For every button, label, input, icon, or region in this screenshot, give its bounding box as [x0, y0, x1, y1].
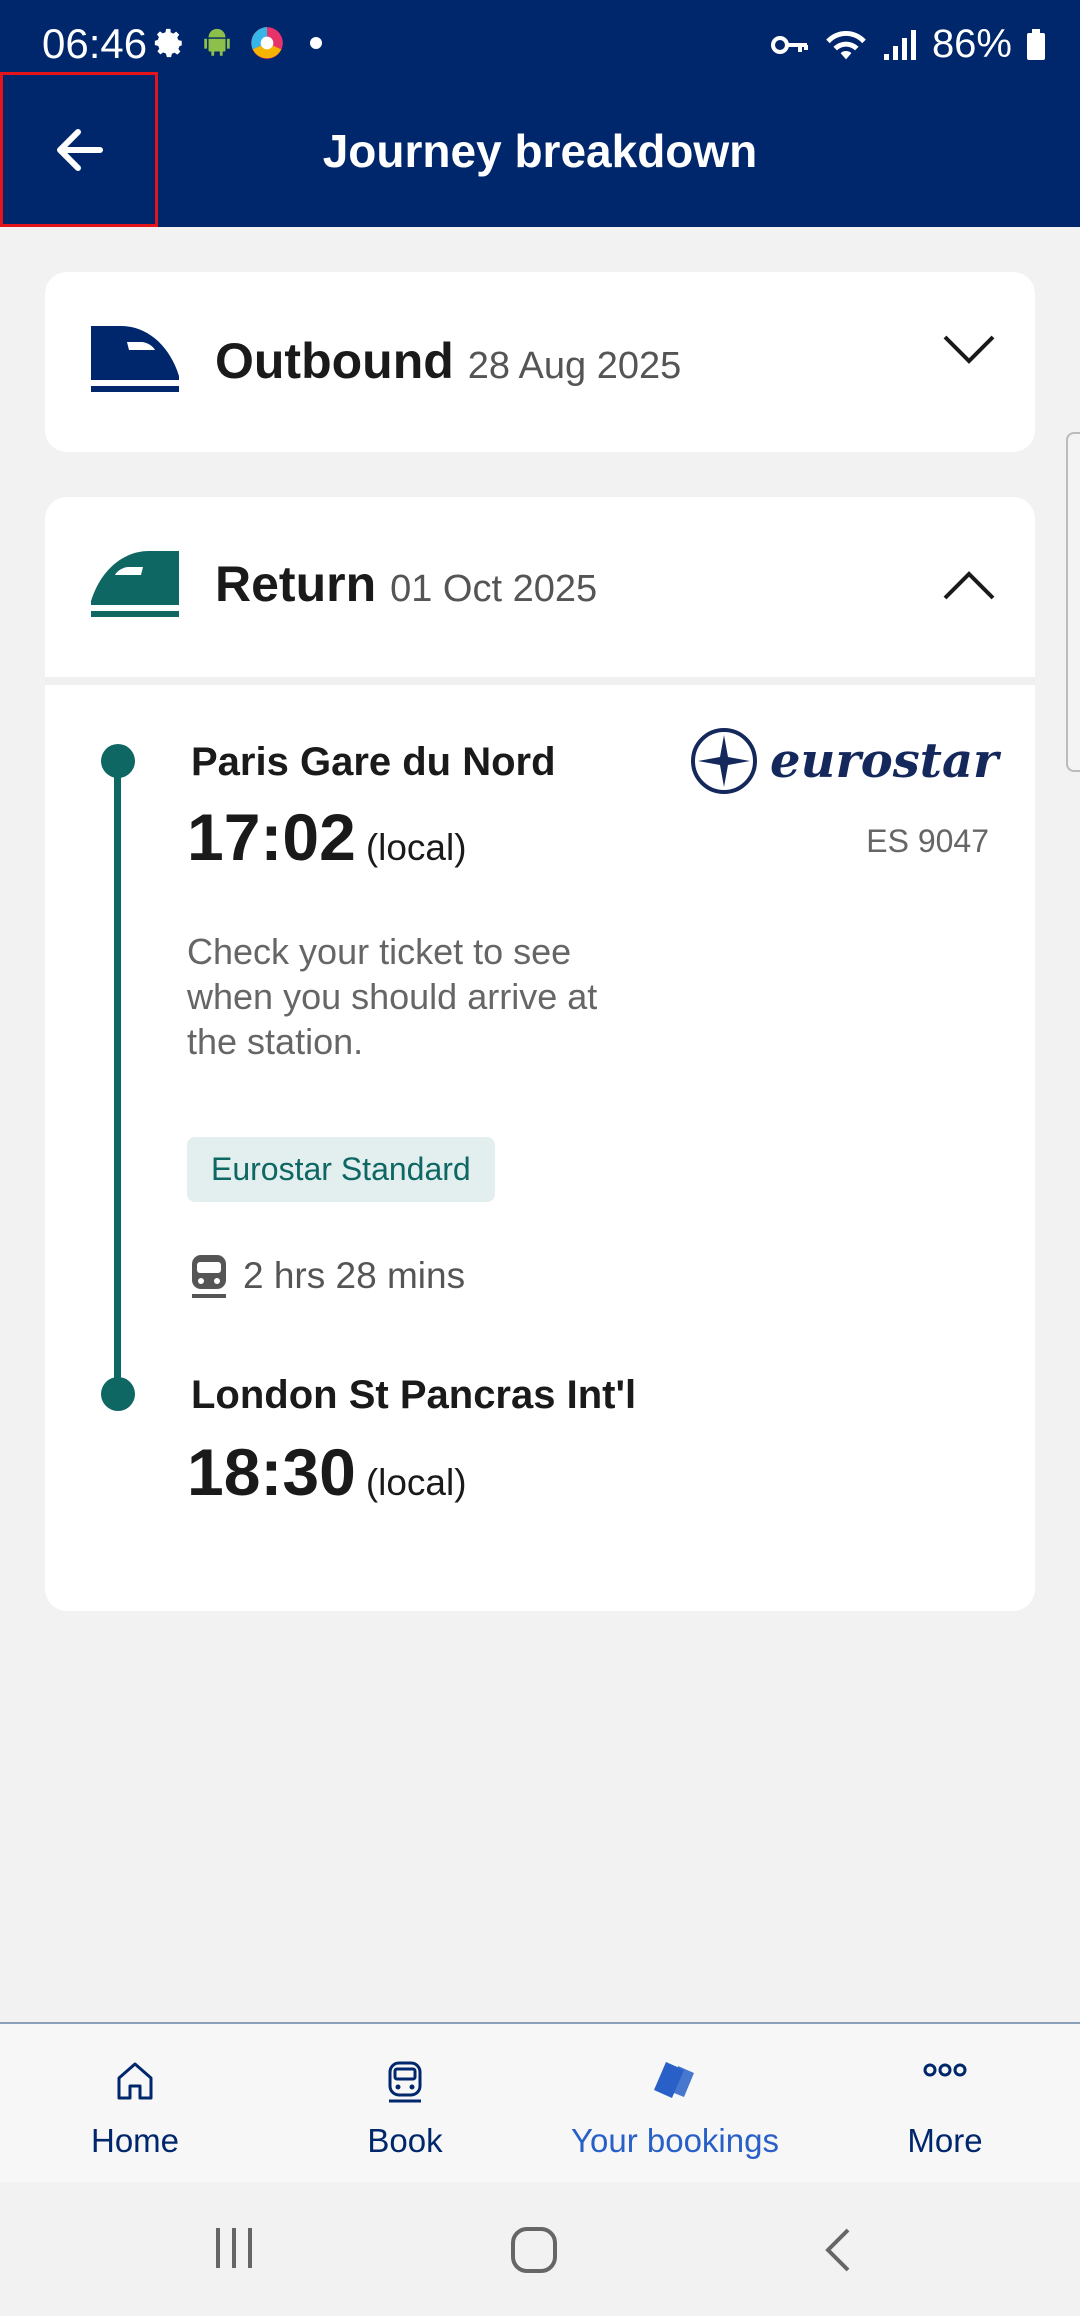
- status-left-icons: [152, 24, 322, 62]
- system-nav-bar: [0, 2182, 1080, 2316]
- arrival-dot: [101, 1377, 135, 1411]
- journey-duration: 2 hrs 28 mins: [189, 1253, 465, 1299]
- wifi-icon: [826, 30, 866, 59]
- battery-percent: 86%: [931, 22, 1012, 66]
- nav-item-your-bookings[interactable]: Your bookings: [540, 2024, 810, 2184]
- signal-icon: [883, 29, 916, 60]
- settings-gear-icon: [154, 28, 183, 58]
- chevron-up-icon[interactable]: [943, 571, 995, 601]
- train-number: ES 9047: [866, 823, 989, 859]
- arrival-time-suffix: (local): [365, 1462, 467, 1503]
- back-button[interactable]: [0, 72, 158, 227]
- nav-label-book: Book: [367, 2122, 443, 2159]
- vpn-key-icon: [770, 35, 808, 54]
- back-nav-icon[interactable]: [822, 2226, 852, 2274]
- page-title: Journey breakdown: [322, 125, 758, 177]
- return-title: Return 01 Oct 2025: [215, 555, 597, 613]
- browser-icon: [251, 27, 283, 59]
- android-icon: [204, 28, 230, 56]
- train-front-icon: [91, 326, 179, 392]
- train-front-icon: [91, 551, 179, 617]
- departure-time-value: 17:02: [187, 800, 356, 874]
- departure-station: Paris Gare du Nord: [191, 740, 556, 784]
- outbound-card[interactable]: Outbound 28 Aug 2025: [45, 272, 1035, 452]
- scrollbar-thumb[interactable]: [1066, 432, 1080, 772]
- return-card: Return 01 Oct 2025 Paris Gare du Nord 17:…: [45, 497, 1035, 1611]
- nav-label-more: More: [907, 2122, 983, 2159]
- home-icon: [117, 2062, 153, 2100]
- battery-icon: [1027, 28, 1045, 60]
- eurostar-star-icon: [691, 728, 757, 794]
- app-bar: Journey breakdown: [0, 92, 1080, 227]
- outbound-title: Outbound 28 Aug 2025: [215, 332, 681, 390]
- bottom-nav: Home Book Your bookings More: [0, 2022, 1080, 2184]
- status-right: 86%: [770, 22, 1046, 67]
- departure-dot: [101, 744, 135, 778]
- arrow-left-icon: [57, 128, 103, 171]
- operator-logo: eurostar: [690, 727, 998, 795]
- arrival-time: 18:30 (local): [187, 1434, 467, 1510]
- operator-name: eurostar: [770, 733, 999, 789]
- outbound-header[interactable]: Outbound 28 Aug 2025: [45, 272, 1035, 452]
- train-icon: [388, 2061, 422, 2103]
- train-icon: [192, 1255, 226, 1298]
- return-header[interactable]: Return 01 Oct 2025: [45, 497, 1035, 677]
- ticket-icon: [654, 2062, 694, 2098]
- journey-timeline: [114, 761, 121, 1396]
- departure-time-suffix: (local): [365, 827, 467, 868]
- return-date: 01 Oct 2025: [390, 568, 598, 610]
- duration-text: 2 hrs 28 mins: [243, 1255, 466, 1296]
- nav-label-home: Home: [90, 2122, 180, 2159]
- status-bar: 06:46 86%: [0, 0, 1080, 92]
- nav-item-more[interactable]: More: [810, 2024, 1080, 2184]
- arrival-advice-note: Check your ticket to see when you should…: [187, 931, 598, 1062]
- outbound-date: 28 Aug 2025: [467, 345, 682, 387]
- status-time: 06:46: [42, 20, 148, 67]
- section-divider: [45, 677, 1035, 685]
- arrival-time-value: 18:30: [187, 1435, 356, 1509]
- recent-apps-icon[interactable]: [212, 2226, 256, 2270]
- nav-item-book[interactable]: Book: [270, 2024, 540, 2184]
- outbound-label: Outbound: [215, 333, 454, 389]
- nav-item-home[interactable]: Home: [0, 2024, 270, 2184]
- home-button-icon[interactable]: [510, 2226, 558, 2274]
- return-label: Return: [215, 556, 377, 612]
- nav-label-your-bookings: Your bookings: [571, 2122, 779, 2159]
- notification-dot-icon: [310, 37, 322, 49]
- more-icon: [923, 2063, 967, 2077]
- fare-class-badge: Eurostar Standard: [187, 1137, 495, 1202]
- chevron-down-icon[interactable]: [943, 334, 995, 364]
- arrival-station: London St Pancras Int'l: [191, 1373, 637, 1417]
- departure-time: 17:02 (local): [187, 799, 467, 875]
